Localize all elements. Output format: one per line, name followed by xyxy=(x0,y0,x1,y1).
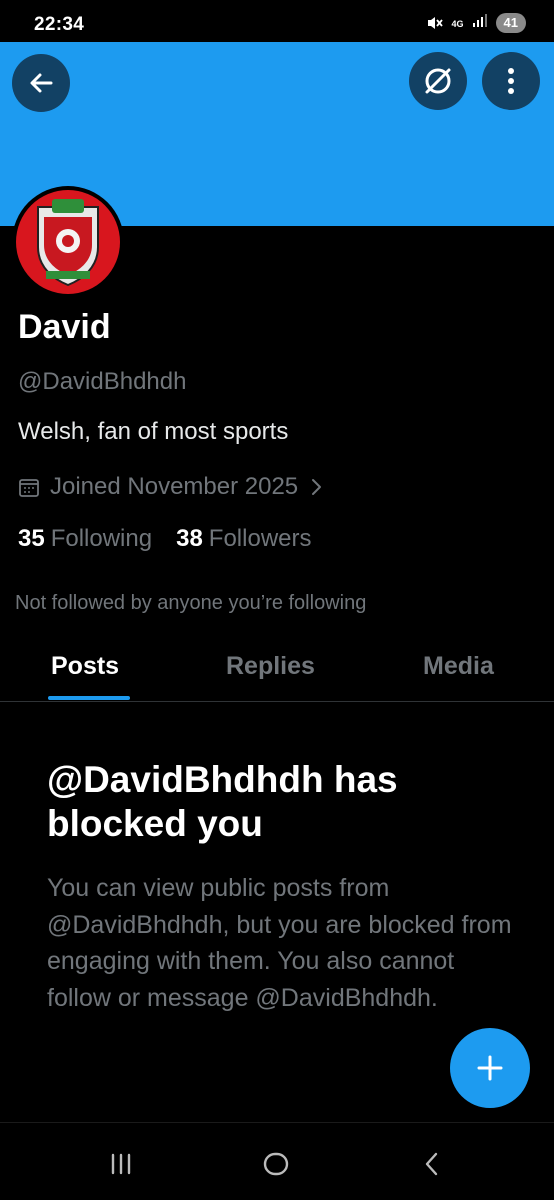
following-label: Following xyxy=(50,525,153,552)
home-icon xyxy=(263,1152,289,1176)
following-count: 35 xyxy=(18,525,45,552)
globe-slash-icon xyxy=(425,68,451,94)
blocked-title: @DavidBhdhdh has blocked you xyxy=(47,759,398,844)
profile-bio: Welsh, fan of most sports xyxy=(18,418,289,445)
mute-icon xyxy=(426,14,444,32)
chevron-right-icon xyxy=(312,479,322,495)
tab-media[interactable]: Media xyxy=(423,652,494,681)
display-name: David xyxy=(18,308,111,346)
plus-icon xyxy=(477,1055,503,1081)
joined-date-label: Joined November 2025 xyxy=(50,473,299,500)
network-label: 4G xyxy=(451,18,464,29)
calendar-icon xyxy=(19,479,39,497)
profile-tabs: Posts Replies Media xyxy=(0,640,554,702)
status-icons: 4G 41 xyxy=(426,12,526,33)
system-nav-bar xyxy=(0,1122,554,1200)
more-options-button[interactable] xyxy=(482,52,540,110)
back-button[interactable] xyxy=(12,54,70,112)
back-arrow-icon xyxy=(30,73,53,93)
status-time: 22:34 xyxy=(34,14,85,35)
battery-icon: 41 xyxy=(495,12,526,33)
blocked-description: You can view public posts from @DavidBhd… xyxy=(47,874,512,1012)
tab-replies[interactable]: Replies xyxy=(226,652,315,681)
joined-date-row[interactable]: Joined November 2025 xyxy=(18,473,324,501)
network-4g-icon: 4G xyxy=(452,14,464,32)
avatar[interactable] xyxy=(12,186,124,298)
not-followed-notice: Not followed by anyone you’re following xyxy=(15,592,367,614)
home-button[interactable] xyxy=(256,1147,296,1181)
following-link[interactable]: 35 Following xyxy=(18,525,152,553)
profile-handle: @DavidBhdhdh xyxy=(18,368,187,395)
active-tab-indicator xyxy=(48,696,130,700)
compose-post-button[interactable] xyxy=(450,1028,530,1108)
recent-apps-icon xyxy=(111,1153,131,1175)
followers-count: 38 xyxy=(176,525,203,552)
more-vertical-icon xyxy=(508,68,514,94)
recent-apps-button[interactable] xyxy=(101,1147,141,1181)
back-nav-button[interactable] xyxy=(412,1147,452,1181)
status-bar: 22:34 4G 41 xyxy=(0,0,554,42)
grok-button[interactable] xyxy=(409,52,467,110)
followers-link[interactable]: 38 Followers xyxy=(176,525,311,553)
signal-icon xyxy=(472,12,488,33)
back-icon xyxy=(425,1152,438,1176)
tab-posts[interactable]: Posts xyxy=(51,652,119,681)
followers-label: Followers xyxy=(208,525,312,552)
club-crest-image xyxy=(16,190,120,294)
follow-counts: 35 Following 38 Followers xyxy=(18,525,312,553)
